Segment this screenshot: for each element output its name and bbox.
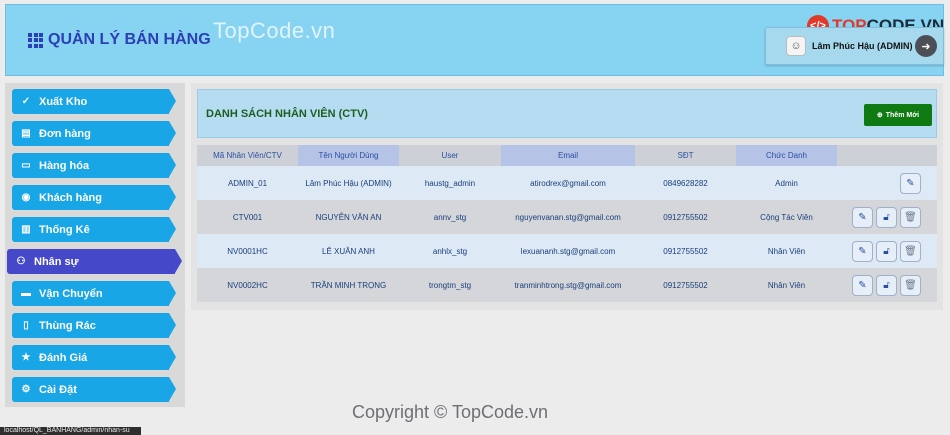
sidebar-item-label: Xuất Kho: [39, 95, 88, 108]
cell-id: NV0002HC: [227, 280, 268, 290]
avatar: ☺: [786, 36, 806, 56]
main-panel: DANH SÁCH NHÂN VIÊN (CTV) ⊕ Thêm Mới Mã …: [191, 83, 943, 310]
cell-user: annv_stg: [433, 212, 467, 222]
sidebar-item-cai-dat[interactable]: ⚙ Cài Đặt: [12, 377, 176, 402]
cell-id: ADMIN_01: [227, 178, 268, 188]
app-logo[interactable]: QUẢN LÝ BÁN HÀNG: [28, 31, 211, 49]
unlock-icon[interactable]: 🔓︎: [876, 240, 897, 262]
sidebar-item-label: Cài Đặt: [39, 383, 77, 396]
sidebar-item-label: Hàng hóa: [39, 159, 90, 172]
sidebar-item-label: Khách hàng: [39, 191, 102, 204]
edit-icon[interactable]: ✎: [852, 240, 873, 262]
trash-icon[interactable]: 🗑︎: [900, 240, 921, 262]
cell-user: trongtm_stg: [428, 280, 472, 290]
sidebar-item-don-hang[interactable]: ▤ Đơn hàng: [12, 121, 176, 146]
cell-role: Admin: [775, 178, 798, 188]
cell-name: TRẦN MINH TRỌNG: [310, 280, 387, 290]
row-actions: ✎ 🔓︎ 🗑︎: [837, 200, 937, 234]
box-icon: ▭: [21, 160, 31, 171]
row-actions: ✎: [837, 166, 937, 200]
sidebar-item-thong-ke[interactable]: ▥ Thống Kê: [12, 217, 176, 242]
status-bar-url: localhost/QL_BANHANG/admin/nhan-su: [0, 427, 141, 435]
user-name: Lâm Phúc Hậu (ADMIN): [812, 41, 913, 51]
unlock-icon[interactable]: 🔓︎: [876, 274, 897, 296]
trash-icon[interactable]: 🗑︎: [900, 274, 921, 296]
watermark-bottom: Copyright © TopCode.vn: [352, 402, 549, 422]
truck-icon: ▬: [21, 288, 31, 299]
sidebar-item-xuat-kho[interactable]: ✓ Xuất Kho: [12, 89, 176, 114]
star-icon: ★: [21, 352, 31, 363]
cell-email: atirodrex@gmail.com: [530, 178, 606, 188]
panel-header: DANH SÁCH NHÂN VIÊN (CTV) ⊕ Thêm Mới: [197, 89, 937, 138]
sidebar-item-label: Vận Chuyển: [39, 287, 103, 300]
sidebar-item-label: Đánh Giá: [39, 351, 88, 364]
sidebar: ✓ Xuất Kho ▤ Đơn hàng ▭ Hàng hóa ◉ Khách…: [5, 83, 185, 407]
column-header-user[interactable]: User: [399, 145, 501, 166]
cell-role: Cộng Tác Viên: [760, 212, 813, 222]
app-title: QUẢN LÝ BÁN HÀNG: [48, 31, 211, 48]
cell-role: Nhân Viên: [767, 246, 806, 256]
document-icon: ▤: [21, 128, 31, 139]
table-row: NV0002HC TRẦN MINH TRỌNG trongtm_stg tra…: [197, 268, 937, 302]
grid-icon: [28, 32, 43, 48]
cell-name: Lâm Phúc Hậu (ADMIN): [305, 178, 392, 188]
cell-name: NGUYỄN VĂN AN: [315, 212, 382, 222]
user-circle-icon: ◉: [21, 192, 31, 203]
cell-user: haustg_admin: [424, 178, 476, 188]
cell-phone: 0912755502: [663, 212, 708, 222]
sidebar-item-label: Nhân sự: [34, 255, 79, 268]
column-header-role[interactable]: Chức Danh: [736, 145, 837, 166]
cell-role: Nhân Viên: [767, 280, 806, 290]
sidebar-item-thung-rac[interactable]: ▯ Thùng Rác: [12, 313, 176, 338]
staff-table: Mã Nhân Viên/CTV Tên Người Dùng User Ema…: [197, 145, 937, 302]
table-row: ADMIN_01 Lâm Phúc Hậu (ADMIN) haustg_adm…: [197, 166, 937, 200]
user-box[interactable]: ☺ Lâm Phúc Hậu (ADMIN) ➜: [765, 27, 944, 65]
column-header-actions: [837, 145, 937, 166]
unlock-icon[interactable]: 🔓︎: [876, 206, 897, 228]
table-header: Mã Nhân Viên/CTV Tên Người Dùng User Ema…: [197, 145, 937, 166]
add-button[interactable]: ⊕ Thêm Mới: [864, 104, 932, 126]
cell-email: lexuananh.stg@gmail.com: [520, 246, 616, 256]
gear-icon: ⚙: [21, 384, 31, 395]
cell-phone: 0912755502: [663, 280, 708, 290]
cell-phone: 0912755502: [663, 246, 708, 256]
sidebar-item-label: Thống Kê: [39, 223, 90, 236]
users-icon: ⚇: [16, 256, 26, 267]
sidebar-item-danh-gia[interactable]: ★ Đánh Giá: [12, 345, 176, 370]
trash-icon: ▯: [23, 320, 29, 331]
trash-icon[interactable]: 🗑︎: [900, 206, 921, 228]
sidebar-item-label: Đơn hàng: [39, 127, 91, 140]
column-header-phone[interactable]: SĐT: [635, 145, 736, 166]
table-row: NV0001HC LÊ XUÂN ANH anhlx_stg lexuananh…: [197, 234, 937, 268]
sidebar-item-hang-hoa[interactable]: ▭ Hàng hóa: [12, 153, 176, 178]
sidebar-item-van-chuyen[interactable]: ▬ Vận Chuyển: [12, 281, 176, 306]
watermark-top: TopCode.vn: [213, 18, 336, 43]
cell-phone: 0849628282: [663, 178, 708, 188]
row-actions: ✎ 🔓︎ 🗑︎: [837, 234, 937, 268]
cell-id: NV0001HC: [227, 246, 268, 256]
table-row: CTV001 NGUYỄN VĂN AN annv_stg nguyenvana…: [197, 200, 937, 234]
column-header-id[interactable]: Mã Nhân Viên/CTV: [197, 145, 298, 166]
sidebar-item-nhan-su[interactable]: ⚇ Nhân sự: [7, 249, 182, 274]
sidebar-item-label: Thùng Rác: [39, 319, 96, 332]
plus-circle-icon: ⊕: [876, 112, 883, 119]
column-header-name[interactable]: Tên Người Dùng: [298, 145, 399, 166]
cell-user: anhlx_stg: [432, 246, 468, 256]
logout-icon[interactable]: ➜: [915, 35, 937, 57]
row-actions: ✎ 🔓︎ 🗑︎: [837, 268, 937, 302]
cell-id: CTV001: [232, 212, 263, 222]
edit-icon[interactable]: ✎: [852, 274, 873, 296]
page-title: DANH SÁCH NHÂN VIÊN (CTV): [206, 108, 368, 120]
check-icon: ✓: [21, 96, 31, 107]
edit-icon[interactable]: ✎: [852, 206, 873, 228]
column-header-email[interactable]: Email: [501, 145, 635, 166]
cell-email: nguyenvanan.stg@gmail.com: [515, 212, 621, 222]
cell-email: tranminhtrong.stg@gmail.com: [514, 280, 622, 290]
cell-name: LÊ XUÂN ANH: [322, 246, 375, 256]
top-header: QUẢN LÝ BÁN HÀNG TopCode.vn </> TOP CODE.…: [5, 4, 944, 76]
bar-chart-icon: ▥: [21, 224, 31, 235]
edit-icon[interactable]: ✎: [900, 172, 921, 194]
sidebar-item-khach-hang[interactable]: ◉ Khách hàng: [12, 185, 176, 210]
add-button-label: Thêm Mới: [885, 111, 920, 119]
